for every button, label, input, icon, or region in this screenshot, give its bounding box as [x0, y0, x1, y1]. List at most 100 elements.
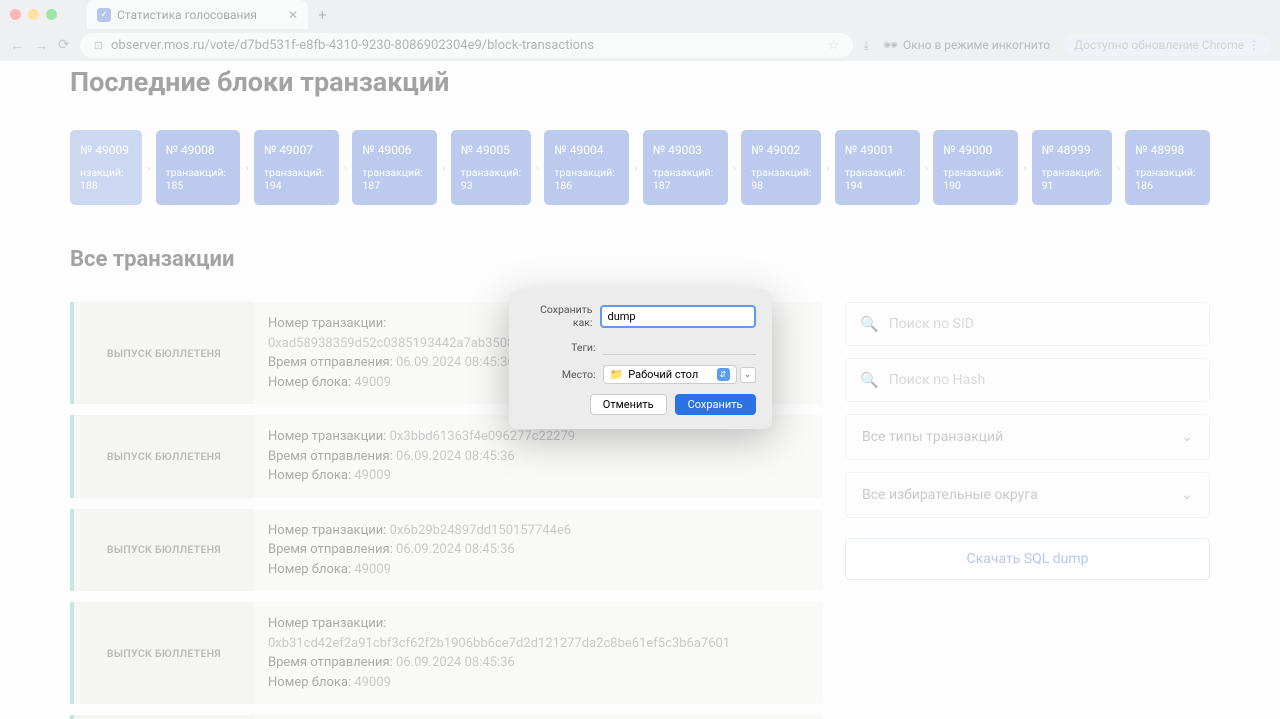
forward-button[interactable]: →	[34, 37, 48, 54]
transaction-card[interactable]: ВЫПУСК БЮЛЛЕТЕНЯ Номер транзакции: 0x6b2…	[70, 509, 823, 592]
folder-icon: 📁	[610, 368, 624, 381]
block-separator-icon: ›	[826, 161, 830, 175]
cancel-button[interactable]: Отменить	[590, 394, 667, 415]
new-tab-button[interactable]: +	[318, 6, 327, 24]
txn-body: Номер транзакции: 0x6b29b24897dd15015774…	[254, 509, 823, 592]
incognito-indicator: 🕶 Окно в режиме инкогнито	[883, 38, 1050, 52]
browser-toolbar: ← → ⟳ ⊡ observer.mos.ru/vote/d7bd531f-e8…	[0, 29, 1280, 61]
download-icon[interactable]: ⤓	[863, 38, 868, 53]
block-card[interactable]: № 49004 транзакций: 186	[544, 130, 629, 205]
tab-title: Статистика голосования	[117, 8, 257, 22]
block-separator-icon: ›	[245, 161, 249, 175]
block-separator-icon: ›	[344, 161, 348, 175]
tags-label: Теги:	[525, 341, 603, 354]
block-txn-count: транзакций: 93	[461, 166, 521, 192]
filter-transaction-types[interactable]: Все типы транзакций ⌄	[845, 414, 1210, 460]
block-card[interactable]: № 49006транзакций: 187	[352, 130, 437, 205]
block-number: № 49006	[362, 143, 427, 157]
block-number: № 49000	[943, 143, 1008, 157]
block-number: № 49003	[653, 143, 718, 157]
tags-input[interactable]	[603, 339, 756, 355]
updown-icon: ⇵	[717, 368, 730, 381]
block-number: № 48998	[1135, 143, 1200, 157]
download-sql-button[interactable]: Скачать SQL dump	[845, 538, 1210, 580]
maximize-window-button[interactable]	[46, 9, 57, 20]
txn-type-badge: ВЫПУСК БЮЛЛЕТЕНЯ	[74, 302, 254, 404]
block-card[interactable]: № 48998 транзакций: 186	[1125, 130, 1210, 205]
block-separator-icon: ›	[536, 161, 540, 175]
reload-button[interactable]: ⟳	[58, 37, 70, 53]
block-separator-icon: ›	[442, 161, 446, 175]
filter-districts[interactable]: Все избирательные округа ⌄	[845, 472, 1210, 518]
browser-chrome: ✓ Статистика голосования ✕ + ← → ⟳ ⊡ obs…	[0, 0, 1280, 61]
back-button[interactable]: ←	[10, 37, 24, 54]
transaction-card[interactable]: ВЫПУСК БЮЛЛЕТЕНЯ Номер транзакции: 0xb31…	[70, 602, 823, 704]
tab-favicon-icon: ✓	[97, 8, 111, 22]
block-number: № 49008	[166, 143, 231, 157]
block-card[interactable]: № 49001транзакций: 194	[835, 130, 920, 205]
block-separator-icon: ›	[1023, 161, 1027, 175]
menu-icon: ⋮	[1248, 38, 1260, 52]
chrome-update-badge[interactable]: Доступно обновление Chrome ⋮	[1064, 34, 1270, 56]
expand-dialog-button[interactable]: ⌄	[740, 367, 756, 383]
block-separator-icon: ›	[925, 161, 929, 175]
txn-body: Номер транзакции: 0xb31cd42ef2a91cbf3cf6…	[254, 602, 823, 704]
titlebar: ✓ Статистика голосования ✕ +	[0, 0, 1280, 29]
search-icon: 🔍	[860, 371, 879, 389]
browser-tab[interactable]: ✓ Статистика голосования ✕	[87, 0, 308, 29]
block-card[interactable]: № 49005 транзакций: 93	[451, 130, 531, 205]
close-window-button[interactable]	[10, 9, 21, 20]
location-dropdown[interactable]: 📁 Рабочий стол ⇵	[603, 365, 737, 384]
site-settings-icon[interactable]: ⊡	[94, 39, 103, 52]
block-number: № 49001	[845, 143, 910, 157]
txn-type-badge: ВЫПУСК БЮЛЛЕТЕНЯ	[74, 715, 254, 719]
block-card[interactable]: № 49000 транзакций: 190	[933, 130, 1018, 205]
bookmark-icon[interactable]: ☆	[828, 38, 840, 53]
block-txn-count: транзакций: 91	[1042, 166, 1102, 192]
transaction-card[interactable]: ВЫПУСК БЮЛЛЕТЕНЯ Номер транзакции: 0x2cf…	[70, 715, 823, 719]
block-txn-count: транзакций: 187	[653, 166, 718, 192]
block-txn-count: транзакций: 98	[751, 166, 811, 192]
location-label: Место:	[525, 368, 603, 381]
block-card[interactable]: № 48999 транзакций: 91	[1032, 130, 1112, 205]
block-number: № 49007	[264, 143, 329, 157]
block-separator-icon: ›	[634, 161, 638, 175]
block-card[interactable]: № 49003 транзакций: 187	[643, 130, 728, 205]
save-button[interactable]: Сохранить	[675, 394, 756, 415]
save-dialog: Сохранить как: Теги: Место: 📁 Рабочий ст…	[509, 290, 772, 429]
txn-body: Номер транзакции: 0x2cfe6c90b295cad1b629…	[254, 715, 823, 719]
block-card[interactable]: № 49008 транзакций: 185	[156, 130, 241, 205]
window-controls	[10, 9, 57, 20]
filename-input[interactable]	[600, 305, 756, 328]
incognito-icon: 🕶	[883, 38, 898, 52]
search-icon: 🔍	[860, 315, 879, 333]
block-txn-count: транзакций: 185	[166, 166, 231, 192]
block-number: № 49009	[80, 143, 132, 157]
block-txn-count: транзакций: 190	[943, 166, 1008, 192]
transactions-heading: Все транзакции	[70, 247, 1210, 272]
block-number: № 48999	[1042, 143, 1102, 157]
txn-type-badge: ВЫПУСК БЮЛЛЕТЕНЯ	[74, 509, 254, 592]
block-card[interactable]: № 49009 нзакций: 188	[70, 130, 142, 205]
block-number: № 49002	[751, 143, 811, 157]
address-bar[interactable]: ⊡ observer.mos.ru/vote/d7bd531f-e8fb-431…	[80, 33, 854, 58]
block-number: № 49004	[554, 143, 619, 157]
block-number: № 49005	[461, 143, 521, 157]
search-hash-input[interactable]: 🔍 Поиск по Hash	[845, 358, 1210, 402]
chevron-down-icon: ⌄	[1181, 487, 1193, 503]
txn-type-badge: ВЫПУСК БЮЛЛЕТЕНЯ	[74, 602, 254, 704]
block-txn-count: транзакций: 186	[554, 166, 619, 192]
minimize-window-button[interactable]	[28, 9, 39, 20]
search-sid-input[interactable]: 🔍 Поиск по SID	[845, 302, 1210, 346]
block-card[interactable]: № 49007транзакций: 194	[254, 130, 339, 205]
block-txn-count: транзакций: 186	[1135, 166, 1200, 192]
blocks-heading: Последние блоки транзакций	[70, 61, 1210, 98]
url-text: observer.mos.ru/vote/d7bd531f-e8fb-4310-…	[111, 38, 594, 53]
sidebar-filters: 🔍 Поиск по SID 🔍 Поиск по Hash Все типы …	[845, 302, 1210, 719]
block-separator-icon: ›	[733, 161, 737, 175]
block-txn-count: нзакций: 188	[80, 166, 132, 192]
close-tab-button[interactable]: ✕	[288, 8, 298, 22]
chevron-down-icon: ⌄	[1181, 429, 1193, 445]
block-card[interactable]: № 49002 транзакций: 98	[741, 130, 821, 205]
save-as-label: Сохранить как:	[525, 303, 600, 329]
